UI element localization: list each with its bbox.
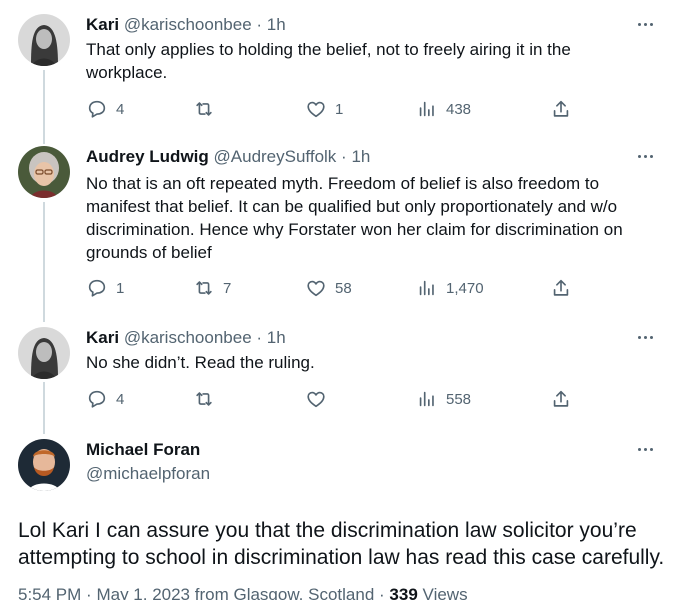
like-count: 1: [335, 100, 344, 118]
share-button[interactable]: [550, 97, 572, 121]
avatar[interactable]: [18, 14, 70, 66]
share-icon: [553, 100, 569, 117]
retweet-icon: [196, 281, 212, 295]
tweet-header: Kari @karischoonbee · 1h: [86, 14, 286, 36]
reply-button[interactable]: 4: [86, 97, 124, 121]
author-handle[interactable]: @michaelpforan: [86, 463, 210, 485]
avatar[interactable]: [18, 439, 70, 491]
author-name[interactable]: Kari: [86, 15, 119, 34]
author-handle[interactable]: @AudreySuffolk: [214, 147, 337, 166]
like-count: 58: [335, 279, 352, 297]
author-handle[interactable]: @karischoonbee: [124, 15, 252, 34]
retweet-count: 7: [223, 279, 232, 297]
tweet-header: Kari @karischoonbee · 1h: [86, 327, 286, 349]
share-button[interactable]: [550, 387, 572, 411]
tweet-meta: 5:54 PM · May 1, 2023 from Glasgow, Scot…: [18, 584, 468, 600]
tweet[interactable]: Kari @karischoonbee · 1h No she didn’t. …: [0, 327, 673, 417]
author-handle[interactable]: @karischoonbee: [124, 328, 252, 347]
more-icon[interactable]: [633, 14, 657, 34]
tweet-text: That only applies to holding the belief,…: [86, 40, 571, 82]
like-icon: [307, 101, 325, 118]
like-button[interactable]: 1: [305, 97, 343, 121]
views-label[interactable]: Views: [423, 585, 468, 600]
views-button[interactable]: 438: [416, 97, 471, 121]
tweet[interactable]: Audrey Ludwig @AudreySuffolk · 1h No tha…: [0, 146, 673, 316]
separator: ·: [256, 15, 263, 34]
timestamp[interactable]: 1h: [351, 147, 370, 166]
retweet-icon: [196, 102, 212, 116]
separator: ·: [379, 585, 385, 600]
separator: ·: [86, 585, 92, 600]
tweet-text: No she didn’t. Read the ruling.: [86, 353, 315, 372]
tweet-date[interactable]: May 1, 2023: [96, 585, 190, 600]
views-icon: [419, 280, 434, 296]
share-icon: [553, 390, 569, 407]
author-name[interactable]: Audrey Ludwig: [86, 147, 209, 166]
tweet-text: Lol Kari I can assure you that the discr…: [18, 519, 665, 569]
more-icon[interactable]: [633, 327, 657, 347]
reply-count: 4: [116, 390, 125, 408]
reply-button[interactable]: 1: [86, 276, 124, 300]
like-button[interactable]: 58: [305, 276, 352, 300]
action-bar: 4 1 438: [80, 97, 580, 121]
views-icon: [419, 391, 434, 407]
views-count: 1,470: [446, 279, 484, 297]
main-tweet[interactable]: Michael Foran @michaelpforan Lol Kari I …: [0, 439, 673, 600]
author-name[interactable]: Michael Foran: [86, 439, 200, 461]
more-icon[interactable]: [633, 146, 657, 166]
separator: ·: [341, 147, 347, 166]
views-button[interactable]: 558: [416, 387, 471, 411]
retweet-button[interactable]: [193, 387, 223, 411]
tweet-location: from Glasgow, Scotland: [194, 585, 375, 600]
retweet-button[interactable]: [193, 97, 223, 121]
views-button[interactable]: 1,470: [416, 276, 484, 300]
reply-icon: [88, 390, 106, 408]
retweet-button[interactable]: 7: [193, 276, 231, 300]
views-icon: [419, 101, 434, 117]
like-icon: [307, 280, 325, 297]
author-name[interactable]: Kari: [86, 328, 119, 347]
tweet[interactable]: Kari @karischoonbee · 1h That only appli…: [0, 14, 673, 134]
like-icon: [307, 391, 325, 408]
reply-icon: [88, 279, 106, 297]
views-count: 558: [446, 390, 472, 408]
retweet-icon: [196, 392, 212, 406]
avatar[interactable]: [18, 327, 70, 379]
views-count: 438: [446, 100, 472, 118]
timestamp[interactable]: 1h: [267, 15, 286, 34]
tweet-time[interactable]: 5:54 PM: [18, 585, 81, 600]
avatar[interactable]: [18, 146, 70, 198]
share-button[interactable]: [550, 276, 572, 300]
more-icon[interactable]: [633, 439, 657, 459]
reply-count: 4: [116, 100, 125, 118]
separator: ·: [256, 328, 263, 347]
reply-button[interactable]: 4: [86, 387, 124, 411]
views-count[interactable]: 339: [389, 585, 417, 600]
action-bar: 1 7 58 1,470: [80, 276, 580, 300]
share-icon: [553, 279, 569, 296]
timestamp[interactable]: 1h: [267, 328, 286, 347]
tweet-text: No that is an oft repeated myth. Freedom…: [86, 174, 623, 262]
reply-icon: [88, 100, 106, 118]
reply-count: 1: [116, 279, 125, 297]
tweet-header: Audrey Ludwig @AudreySuffolk · 1h: [86, 146, 370, 168]
like-button[interactable]: [305, 387, 335, 411]
action-bar: 4 558: [80, 387, 580, 411]
